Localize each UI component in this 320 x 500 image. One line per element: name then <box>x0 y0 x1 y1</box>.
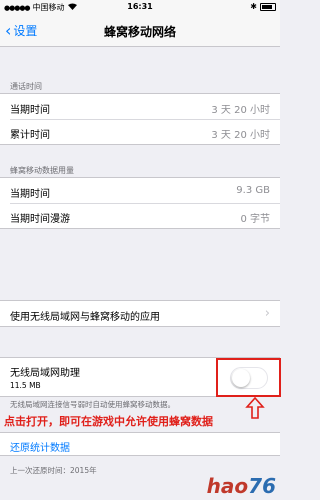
reset-statistics-button[interactable]: 还原统计数据 <box>0 432 280 456</box>
battery-icon <box>260 2 276 11</box>
call-time-header: 通话时间 <box>10 82 42 91</box>
reset-statistics-label: 还原统计数据 <box>10 443 70 454</box>
row-value: 0 字节 <box>240 214 270 225</box>
highlight-box <box>216 358 281 397</box>
list-item: 当期时间漫游 0 字节 <box>0 203 280 228</box>
row-label: 当期时间漫游 <box>10 214 70 225</box>
up-arrow-icon <box>245 397 265 419</box>
chevron-right-icon: › <box>264 306 270 321</box>
row-label: 当期时间 <box>10 105 50 116</box>
page-title: 蜂窝移动网络 <box>103 25 176 39</box>
row-value: 3 天 20 小时 <box>211 105 270 116</box>
list-item[interactable]: 使用无线局域网与蜂窝移动的应用 › <box>0 301 280 326</box>
wlan-assist-size: 11.5 MB <box>10 381 41 390</box>
list-item: 当期时间 3 天 20 小时 <box>0 94 280 119</box>
bluetooth-icon: ✱ <box>250 2 257 11</box>
status-bar: ●●●●● 中国移动 16:31 ✱ <box>0 0 280 14</box>
watermark-logo: hao76 <box>206 474 276 498</box>
list-item: 当期时间 9.3 GB <box>0 178 280 203</box>
data-usage-group: 当期时间 9.3 GB 当期时间漫游 0 字节 <box>0 177 280 229</box>
annotation-text: 点击打开，即可在游戏中允许使用蜂窝数据 <box>4 415 213 428</box>
row-value: 9.3 GB <box>236 185 270 196</box>
row-label: 使用无线局域网与蜂窝移动的应用 <box>10 312 160 323</box>
data-usage-header: 蜂窝移动数据用量 <box>10 166 74 175</box>
call-time-group: 当期时间 3 天 20 小时 累计时间 3 天 20 小时 <box>0 93 280 145</box>
list-item: 累计时间 3 天 20 小时 <box>0 119 280 144</box>
row-label: 当期时间 <box>10 189 50 200</box>
row-label: 累计时间 <box>10 130 50 141</box>
apps-using-wlan-cellular-row[interactable]: 使用无线局域网与蜂窝移动的应用 › <box>0 300 280 327</box>
wlan-assist-label: 无线局域网助理 <box>10 368 80 379</box>
status-time: 16:31 <box>127 2 153 11</box>
row-value: 3 天 20 小时 <box>211 130 270 141</box>
nav-bar: ‹ 设置 蜂窝移动网络 <box>0 14 280 47</box>
last-reset-text: 上一次还原时间：2015年 <box>10 466 97 475</box>
wlan-assist-description: 无线局域网连接信号弱时自动使用蜂窝移动数据。 <box>10 400 175 409</box>
